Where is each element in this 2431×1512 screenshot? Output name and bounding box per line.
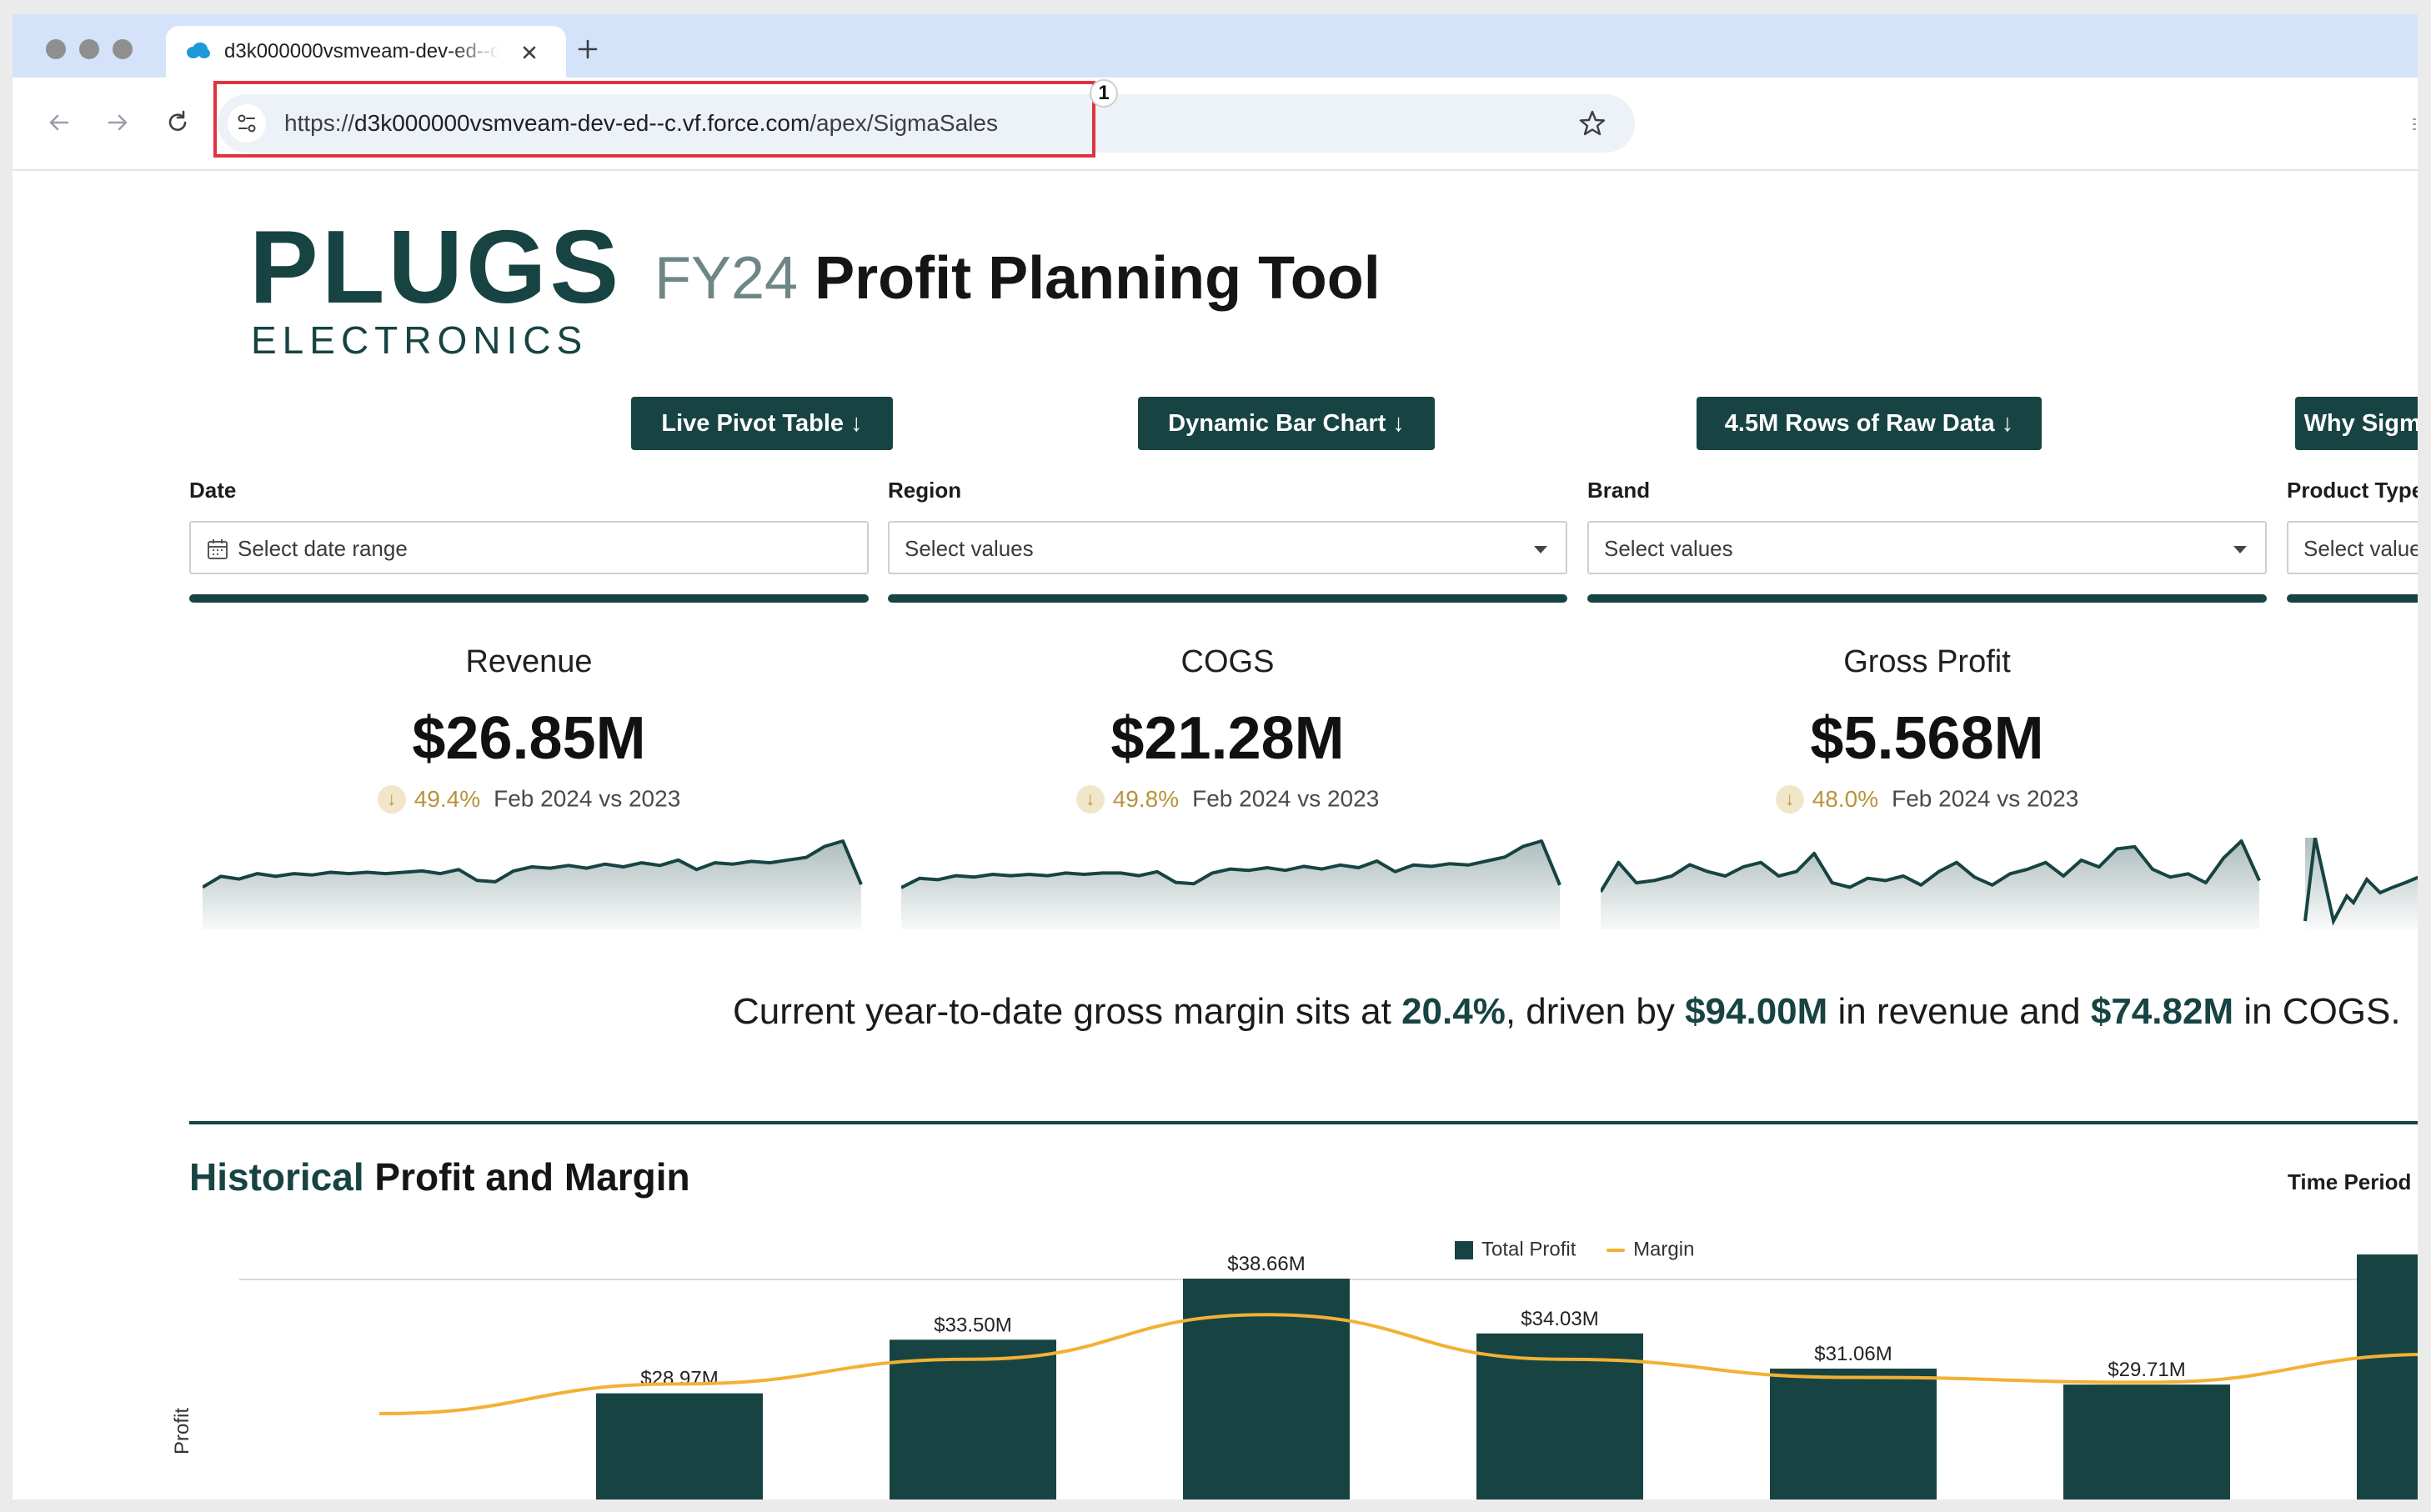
bar-value-label: $34.03M	[1521, 1308, 1598, 1330]
live-pivot-table-button[interactable]: Live Pivot Table ↓	[631, 397, 893, 450]
cogs-period: Feb 2024 vs 2023	[1192, 785, 1380, 812]
bar-value-label: $29.71M	[2108, 1359, 2185, 1381]
chevron-down-icon	[1534, 546, 1547, 553]
window-minimize-control[interactable]	[79, 39, 99, 59]
product-type-filter-bar	[2287, 594, 2418, 603]
extensions-edge-icon	[2413, 118, 2416, 130]
salesforce-cloud-icon	[187, 43, 210, 58]
profit-margin-chart: $28.97M $33.50M $38.66M $34.03M $31.06M $29.7…	[239, 1254, 2418, 1499]
date-filter-label: Date	[189, 478, 237, 503]
logo-wordmark: PLUGS	[249, 210, 623, 325]
date-filter-bar	[189, 594, 869, 603]
profit-bar[interactable]	[1183, 1279, 1350, 1499]
bar-value-label: $33.50M	[934, 1314, 1011, 1336]
cogs-change: ↓ 49.8% Feb 2024 vs 2023	[888, 784, 1567, 814]
sparkline-area	[901, 841, 1560, 929]
down-arrow-icon: ↓	[1075, 784, 1105, 814]
summary-margin: 20.4%	[1401, 991, 1506, 1032]
cogs-value: $21.28M	[1110, 705, 1345, 772]
revenue-value: $26.85M	[412, 705, 646, 772]
section-title-accent: Historical	[189, 1155, 364, 1199]
down-arrow-icon: ↓	[1775, 784, 1804, 814]
calendar-icon	[208, 539, 228, 559]
revenue-label: Revenue	[465, 644, 593, 679]
bar-value-label: $28.97M	[640, 1368, 718, 1390]
cogs-label: COGS	[1180, 644, 1275, 679]
region-filter-bar	[888, 594, 1567, 603]
title-year: FY24	[654, 245, 799, 312]
profit-bar[interactable]	[890, 1339, 1056, 1499]
active-tab[interactable]: d3k000000vsmveam-dev-ed--c.vf.force.com	[166, 26, 566, 78]
summary-text-1: Current year-to-date gross margin sits a…	[733, 991, 1402, 1032]
brand-filter-bar	[1587, 594, 2267, 603]
summary-text-2: , driven by	[1505, 991, 1686, 1032]
bar-value-label: $31.06M	[1814, 1343, 1892, 1365]
profit-bar[interactable]	[2063, 1384, 2230, 1499]
product-type-select[interactable]: Select values	[2287, 521, 2418, 574]
profit-bar[interactable]	[1770, 1368, 1937, 1499]
section-title: Historical Profit and Margin	[189, 1154, 690, 1199]
date-range-placeholder: Select date range	[238, 536, 408, 561]
page-title: FY24 Profit Planning Tool	[654, 241, 1381, 316]
summary-revenue: $94.00M	[1685, 991, 1828, 1032]
gross-profit-change: ↓ 48.0% Feb 2024 vs 2023	[1587, 784, 2267, 814]
summary-text-3: in revenue and	[1827, 991, 2091, 1032]
logo-subtitle: ELECTRONICS	[251, 318, 589, 362]
window-maximize-control[interactable]	[113, 39, 133, 59]
annotation-marker: 1	[1090, 79, 1118, 108]
bookmark-star-icon[interactable]	[1576, 108, 1608, 139]
down-arrow-icon: ↓	[377, 784, 406, 814]
revenue-change-pct: 49.4%	[414, 785, 481, 812]
section-title-rest: Profit and Margin	[363, 1155, 690, 1199]
sparkline-area	[203, 841, 861, 929]
summary-cogs: $74.82M	[2090, 991, 2234, 1032]
brand-placeholder: Select values	[1604, 536, 1733, 561]
summary-text-4: in COGS.	[2233, 991, 2401, 1032]
gross-profit-change-pct: 48.0%	[1812, 785, 1879, 812]
reload-icon[interactable]	[161, 106, 194, 139]
forward-icon[interactable]	[101, 106, 134, 139]
tab-title: d3k000000vsmveam-dev-ed--c.vf.force.com	[224, 40, 499, 63]
browser-window: d3k000000vsmveam-dev-ed--c.vf.force.com	[13, 14, 2418, 1499]
gross-profit-value: $5.568M	[1810, 705, 2044, 772]
brand-filter-label: Brand	[1587, 478, 1651, 503]
bar-value-label: $38.66M	[1227, 1254, 1305, 1275]
new-tab-icon[interactable]	[573, 34, 603, 64]
y-axis-label: Profit	[171, 1407, 193, 1454]
dashboard-page: PLUGS ELECTRONICS FY24 Profit Planning T…	[13, 171, 2418, 1499]
revenue-sparkline	[203, 839, 863, 929]
gross-profit-sparkline	[1601, 839, 2261, 929]
title-main: Profit Planning Tool	[815, 245, 1381, 312]
tab-strip: d3k000000vsmveam-dev-ed--c.vf.force.com	[13, 14, 2418, 78]
region-filter-label: Region	[888, 478, 962, 503]
revenue-period: Feb 2024 vs 2023	[494, 785, 681, 812]
date-range-input[interactable]: Select date range	[189, 521, 869, 574]
url-highlight-box	[213, 81, 1095, 158]
brand-select[interactable]: Select values	[1587, 521, 2267, 574]
legend-line-swatch	[1606, 1248, 1626, 1252]
dynamic-bar-chart-button[interactable]: Dynamic Bar Chart ↓	[1138, 397, 1435, 450]
close-tab-icon[interactable]	[516, 39, 543, 66]
cogs-change-pct: 49.8%	[1112, 785, 1180, 812]
chevron-down-icon	[2233, 546, 2247, 553]
why-sigma-button[interactable]: Why Sigma ↓	[2295, 397, 2418, 450]
back-icon[interactable]	[43, 106, 76, 139]
window-close-control[interactable]	[46, 39, 66, 59]
profit-bar[interactable]	[596, 1393, 763, 1499]
section-divider	[189, 1121, 2418, 1124]
product-type-filter-label: Product Type	[2287, 478, 2418, 503]
region-select[interactable]: Select values	[888, 521, 1567, 574]
product-type-placeholder: Select values	[2303, 536, 2418, 561]
revenue-change: ↓ 49.4% Feb 2024 vs 2023	[189, 784, 869, 814]
sparkline-area	[1601, 841, 2259, 929]
margin-summary: Current year-to-date gross margin sits a…	[733, 991, 2401, 1033]
profit-bar[interactable]	[2357, 1254, 2418, 1499]
time-period-label[interactable]: Time Period	[2288, 1169, 2411, 1195]
fourth-kpi-sparkline	[2303, 838, 2418, 929]
gross-profit-period: Feb 2024 vs 2023	[1892, 785, 2079, 812]
gross-profit-label: Gross Profit	[1843, 644, 2011, 679]
region-placeholder: Select values	[905, 536, 1034, 561]
cogs-sparkline	[901, 839, 1561, 929]
raw-data-button[interactable]: 4.5M Rows of Raw Data ↓	[1697, 397, 2042, 450]
